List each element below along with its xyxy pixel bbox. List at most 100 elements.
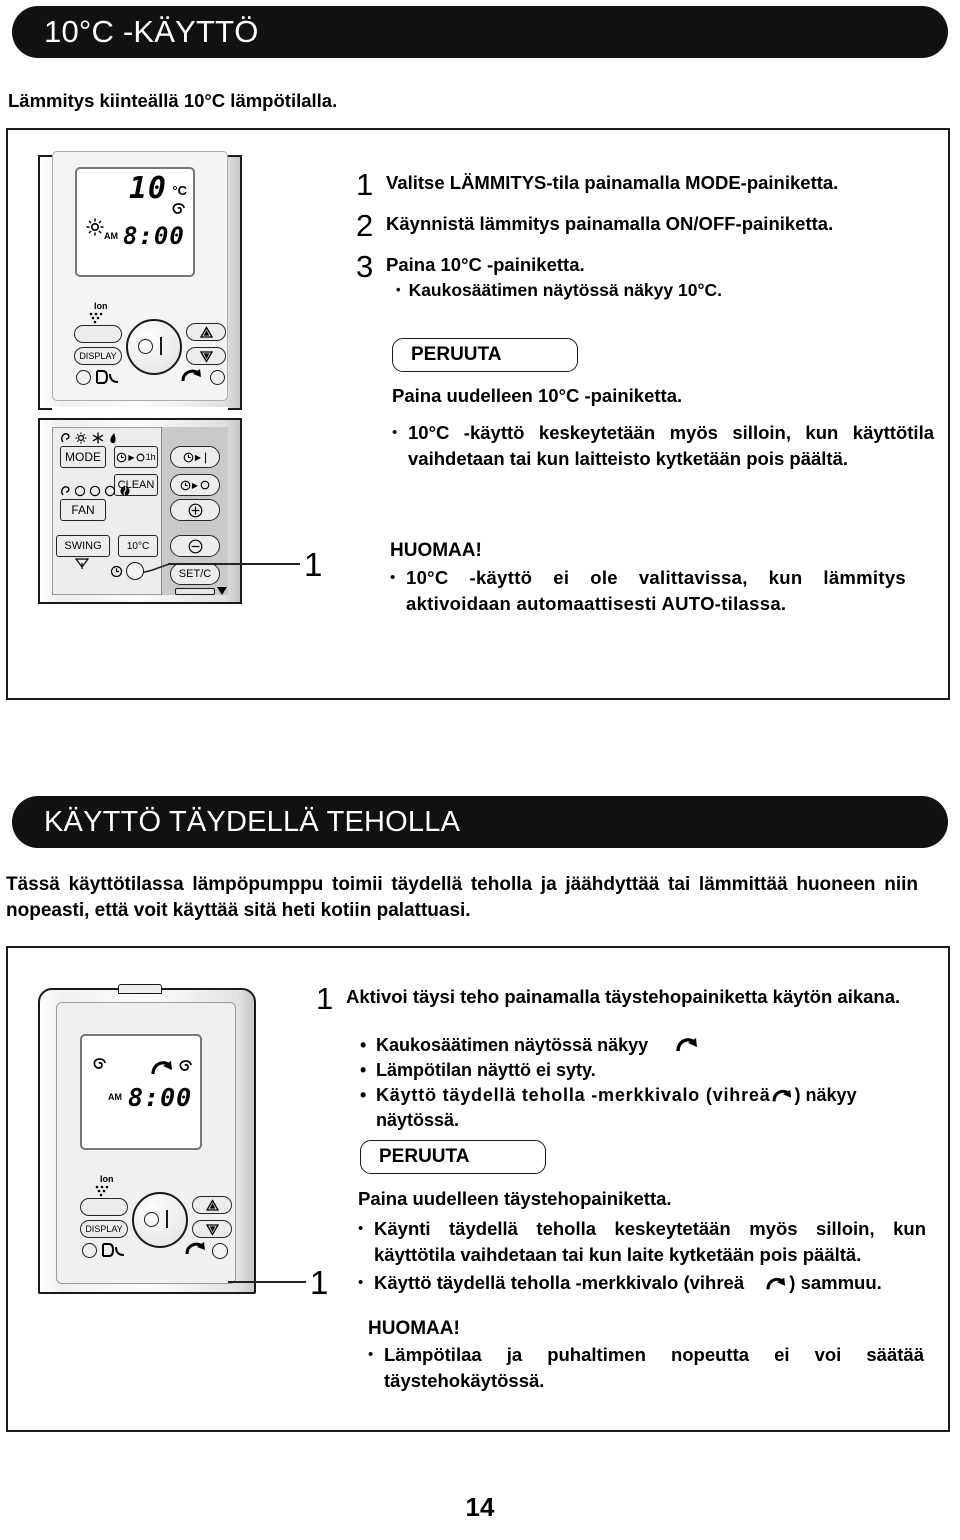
full-power-bullets: • Kaukosäätimen näytössä näkyy • Lämpöti… [360, 1033, 920, 1133]
powerful-arrow-icon [185, 1242, 205, 1255]
callout-hook-1 [142, 563, 171, 573]
step-number-1: 1 [356, 167, 374, 202]
swirl-icon [172, 203, 185, 214]
remote-control-illustration-1: 10 °C AM 8:00 Ion DISPLAY MODE ▶ 1h ▶ | … [30, 151, 250, 640]
minus-icon [188, 539, 202, 553]
temp-up-button-1[interactable] [186, 323, 226, 341]
down-triangle-icon [199, 350, 213, 363]
temp-up-button-2[interactable] [192, 1196, 232, 1214]
powerful-arrow-icon [151, 1061, 172, 1075]
lcd-clock-2: 8:00 [128, 1083, 193, 1112]
bullet-dot: • [392, 424, 398, 441]
step-number-2: 2 [356, 208, 374, 243]
powerful-button-2[interactable] [212, 1243, 228, 1259]
clock-icon [117, 452, 127, 462]
section-intro-2: Tässä käyttötilassa lämpöpumppu toimii t… [6, 874, 918, 921]
ten-degree-button-1[interactable]: 10°C [118, 535, 158, 557]
temp-down-button-2[interactable] [192, 1220, 232, 1238]
note-text-2: Lämpötilaa ja puhaltimen nopeutta ei voi… [384, 1344, 924, 1391]
cancel-bullet-text-2b-tail: ) sammuu. [789, 1272, 882, 1293]
note-title-2: HUOMAA! [368, 1318, 460, 1339]
cancel-bullet-text-1: 10°C -käyttö keskeytetään myös silloin, … [408, 422, 934, 469]
ion-label-2: Ion [100, 1174, 114, 1184]
section-header-title-2: KÄYTTÖ TÄYDELLÄ TEHOLLA [44, 805, 461, 838]
cancel-bullet-1: • 10°C -käyttö keskeytetään myös silloin… [392, 420, 934, 472]
swing-arrow-icon [74, 558, 90, 569]
chevron-down-icon [217, 587, 227, 595]
set-c-button-1[interactable]: SET/C [170, 563, 220, 585]
step-text-2: Käynnistä lämmitys painamalla ON/OFF-pai… [386, 213, 834, 234]
timer-1h-button-1[interactable]: ▶ 1h [114, 446, 158, 468]
right-small-button-1[interactable] [210, 370, 225, 385]
mode-button-1[interactable]: MODE [60, 446, 106, 468]
step-number-3: 3 [356, 249, 374, 284]
ion-button-1[interactable] [74, 325, 122, 343]
powerful-arrow-icon [181, 369, 201, 382]
left-small-button-1[interactable] [76, 370, 91, 385]
bullet-dot: • [360, 1035, 367, 1055]
left-small-button-2[interactable] [82, 1243, 97, 1258]
step-text-full-power: Aktivoi täysi teho painamalla täystehopa… [346, 986, 901, 1007]
timer-on-button-1[interactable]: ▶ | [170, 446, 220, 468]
bullet-row-display: • Kaukosäätimen näytössä näkyy [360, 1033, 920, 1058]
cancel-line-2: Paina uudelleen täystehopainiketta. [358, 1188, 672, 1209]
up-triangle-icon [205, 1198, 219, 1211]
minus-button-1[interactable] [170, 535, 220, 557]
power-bar-icon [166, 1210, 169, 1228]
powerful-arrow-icon [766, 1277, 786, 1290]
callout-line-1 [168, 563, 300, 565]
plus-button-1[interactable] [170, 499, 220, 521]
temp-down-button-1[interactable] [186, 347, 226, 365]
note-block-1: HUOMAA! • 10°C -käyttö ei ole valittavis… [390, 540, 910, 617]
cancel-line-1: Paina uudelleen 10°C -painiketta. [392, 385, 683, 406]
ion-button-2[interactable] [80, 1198, 128, 1216]
circle-icon [200, 480, 210, 490]
dry-icon [102, 1243, 125, 1257]
on-off-button-2[interactable] [132, 1192, 188, 1248]
note-text-1: 10°C -käyttö ei ole valittavissa, kun lä… [406, 567, 906, 614]
lcd-temperature-1: 10 [128, 171, 167, 206]
remote-control-illustration-2: AM 8:00 Ion DISPLAY [34, 978, 264, 1298]
on-off-button-1[interactable] [126, 319, 182, 375]
cancel-bullets-2: • Käynti täydellä teholla keskeytetään m… [358, 1216, 930, 1296]
note-title-1: HUOMAA! [390, 540, 482, 561]
section-header-bar-2: KÄYTTÖ TÄYDELLÄ TEHOLLA [12, 796, 948, 848]
bullet-dot: • [358, 1274, 364, 1291]
section-header-bar-1: 10°C -KÄYTTÖ [12, 6, 948, 58]
bullet-dot: • [360, 1060, 367, 1080]
step-full-power-1: 1 Aktivoi täysi teho painamalla täysteho… [316, 983, 936, 1014]
swing-button-1[interactable]: SWING [56, 535, 110, 557]
up-triangle-icon [199, 325, 213, 338]
callout-line-2 [228, 1281, 306, 1283]
ion-dots-icon [95, 1185, 109, 1197]
timer-1h-label-1: 1h [145, 452, 156, 462]
display-button-1[interactable]: DISPLAY [74, 347, 122, 365]
cancel-box-2: PERUUTA [360, 1140, 546, 1174]
power-bar-icon [160, 337, 163, 355]
clock-icon [183, 452, 194, 462]
display-button-2[interactable]: DISPLAY [80, 1220, 128, 1238]
slider-handle-1[interactable] [175, 588, 215, 595]
remote-ir-emitter-2 [118, 984, 162, 994]
timer-off-button-1[interactable]: ▶ [170, 474, 220, 496]
lcd-ampm-1: AM [104, 231, 118, 241]
powerful-arrow-icon [676, 1038, 698, 1052]
lcd-temp-unit-1: °C [172, 183, 187, 198]
swirl-icon [93, 1058, 106, 1069]
ion-label-1: Ion [94, 301, 108, 311]
bullet-dot: • [360, 1085, 367, 1105]
arrow-right-icon: ▶ [191, 480, 199, 490]
bullet-dot: • [390, 569, 396, 586]
note-block-2: HUOMAA! • Lämpötilaa ja puhaltimen nopeu… [368, 1318, 928, 1394]
cancel-bullet-text-2a: Käynti täydellä teholla keskeytetään myö… [374, 1218, 926, 1265]
fan-button-1[interactable]: FAN [60, 499, 106, 521]
bullet-row-temp: • Lämpötilan näyttö ei syty. [360, 1058, 920, 1083]
power-circle-icon [144, 1212, 159, 1227]
lcd-screen-1: 10 °C AM 8:00 [75, 167, 195, 277]
arrow-right-icon: ▶ [128, 452, 135, 462]
callout-number-1: 1 [304, 546, 323, 583]
powerful-arrow-icon [772, 1089, 791, 1102]
cancel-box-1: PERUUTA [392, 338, 578, 372]
dry-icon [96, 370, 119, 384]
bullet-dot: • [368, 1346, 374, 1363]
